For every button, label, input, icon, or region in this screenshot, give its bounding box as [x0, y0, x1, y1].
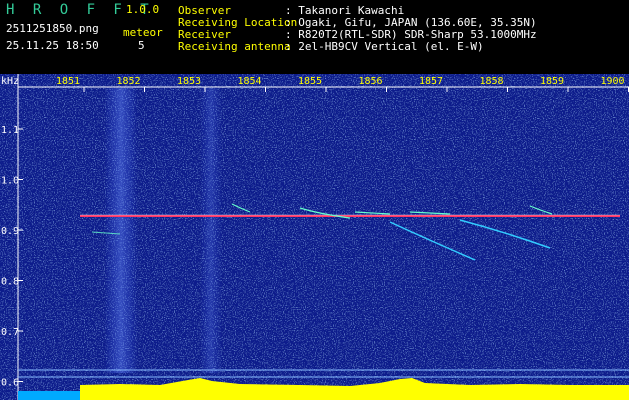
- info-label-observer: Observer: [178, 4, 231, 17]
- image-filename: 2511251850.png: [6, 22, 99, 35]
- info-label-antenna: Receiving antenna: [178, 40, 291, 53]
- freq-tick-label: 0.6: [1, 378, 19, 389]
- timestamp: 25.11.25 18:50: [6, 39, 99, 52]
- time-tick-label: 1853: [177, 76, 201, 87]
- spectrogram-background: [0, 74, 629, 400]
- info-label-location: Receiving Location: [178, 16, 298, 29]
- spectrogram-panel: 1851 1852 1853 1854 1855 1856 1857 1858 1859 1900…: [0, 74, 629, 400]
- meteor-label: meteor: [123, 26, 163, 39]
- time-tick-label: 1856: [358, 76, 382, 87]
- app-version: 1.0.0: [126, 3, 160, 16]
- time-tick-label: 1855: [298, 76, 322, 87]
- time-tick-label: 1859: [540, 76, 564, 87]
- freq-tick-label: 0.8: [1, 277, 19, 288]
- freq-tick-label: 0.7: [1, 327, 19, 338]
- noise-band-1852: [104, 88, 138, 373]
- frequency-unit-label: kHz: [1, 76, 19, 87]
- freq-tick-label: 1.0: [1, 176, 19, 187]
- time-tick-label: 1858: [479, 76, 503, 87]
- level-bar-left: [18, 391, 80, 400]
- spectrogram-svg: 1851 1852 1853 1854 1855 1856 1857 1858 1859 1900…: [0, 74, 629, 400]
- freq-tick-label: 1.1: [1, 125, 19, 136]
- info-value-location: : Ogaki, Gifu, JAPAN (136.60E, 35.35N): [285, 16, 537, 29]
- info-value-receiver: : R820T2(RTL-SDR) SDR-Sharp 53.1000MHz: [285, 28, 537, 41]
- info-value-antenna: : 2el-HB9CV Vertical (el. E-W): [285, 40, 484, 53]
- time-tick-label: 1851: [56, 76, 80, 87]
- freq-tick-label: 0.9: [1, 226, 19, 237]
- time-tick-label: 1857: [419, 76, 443, 87]
- time-tick-label: 1900: [600, 76, 624, 87]
- time-tick-label: 1854: [237, 76, 261, 87]
- time-tick-label: 1852: [116, 76, 140, 87]
- info-value-observer: : Takanori Kawachi: [285, 4, 405, 17]
- noise-band-1853: [200, 88, 222, 373]
- meteor-count: 5: [138, 39, 145, 52]
- header-panel: H R O F F T 1.0.0 2511251850.png meteor …: [0, 0, 629, 74]
- info-label-receiver: Receiver: [178, 28, 231, 41]
